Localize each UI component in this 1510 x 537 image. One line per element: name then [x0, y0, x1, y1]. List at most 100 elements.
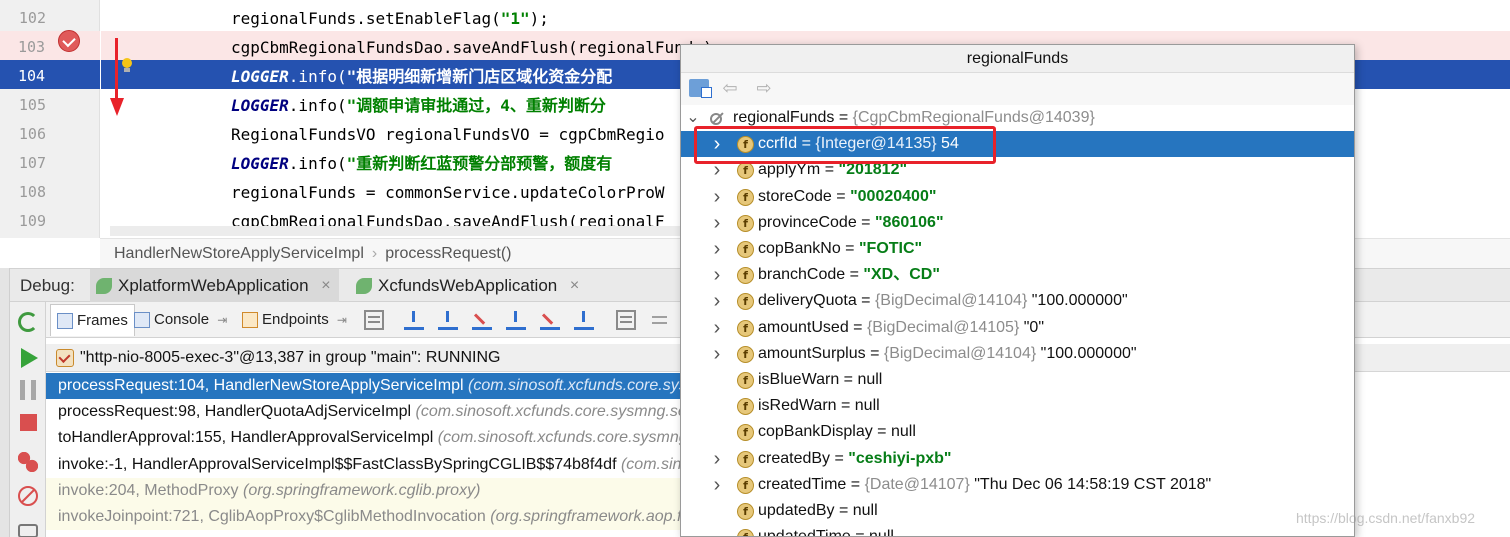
editor-horizontal-scrollbar[interactable]	[110, 226, 680, 236]
chevron-right-icon[interactable]: ›	[709, 262, 725, 288]
breadcrumb-method[interactable]: processRequest()	[385, 245, 511, 262]
chevron-right-icon[interactable]: ›	[709, 315, 725, 341]
line-number: 104	[0, 60, 100, 89]
field-icon: f	[737, 319, 754, 337]
variable-row[interactable]: f copBankDisplay = null	[681, 419, 1354, 445]
variable-row[interactable]: f isRedWarn = null	[681, 393, 1354, 419]
line-number: 107	[18, 154, 46, 172]
stack-frame[interactable]: invoke:204, MethodProxy (org.springframe…	[46, 477, 682, 504]
session-tab-xcfunds[interactable]: XcfundsWebApplication ×	[350, 269, 587, 302]
variable-row[interactable]: › f amountUsed = {BigDecimal@14105} "0"	[681, 315, 1354, 341]
code-token: regionalFunds.setEnableFlag(	[231, 9, 501, 28]
breadcrumb-class[interactable]: HandlerNewStoreApplyServiceImpl	[114, 245, 364, 262]
variable-row[interactable]: f updatedBy = null	[681, 498, 1354, 524]
breadcrumb-separator: ›	[371, 245, 378, 262]
camera-icon[interactable]	[18, 524, 38, 537]
variable-row[interactable]: › f amountSurplus = {BigDecimal@14104} "10…	[681, 341, 1354, 367]
forward-arrow-icon[interactable]: ⇨	[755, 80, 773, 98]
tab-endpoints[interactable]: Endpoints ⇥	[236, 304, 353, 336]
stack-frame[interactable]: processRequest:104, HandlerNewStoreApply…	[46, 373, 682, 399]
resume-icon[interactable]	[21, 348, 38, 368]
tab-frames[interactable]: Frames	[50, 304, 135, 336]
code-line[interactable]: regionalFunds.setEnableFlag("1");	[101, 2, 1510, 31]
evaluate-expression-icon[interactable]	[616, 310, 636, 330]
chevron-right-icon[interactable]: ›	[709, 446, 725, 472]
stack-frame[interactable]: invokeJoinpoint:721, CglibAopProxy$Cglib…	[46, 504, 682, 530]
pause-icon[interactable]	[20, 380, 36, 400]
force-step-into-icon[interactable]	[472, 310, 492, 330]
variable-value: "100.000000"	[1040, 344, 1137, 362]
variable-row[interactable]: › f provinceCode = "860106"	[681, 210, 1354, 236]
chevron-right-icon[interactable]: ›	[709, 184, 725, 210]
field-icon: f	[737, 267, 754, 285]
variable-value: "XD、CD"	[863, 266, 940, 284]
field-icon: f	[737, 450, 754, 468]
line-number: 106	[18, 125, 46, 143]
inspect-popup[interactable]: regionalFunds ⇦ ⇨ ⌄ regionalFunds = {CgpC…	[680, 44, 1355, 537]
show-execution-point-icon[interactable]	[364, 310, 384, 330]
trace-icon[interactable]	[650, 310, 670, 330]
code-token: "重新判断红蓝预警分部预警，额度有	[346, 154, 613, 173]
variable-row[interactable]: › f createdTime = {Date@14107} "Thu Dec 06…	[681, 472, 1354, 498]
step-out-icon[interactable]	[506, 310, 526, 330]
left-tool-strip[interactable]	[0, 268, 10, 537]
session-tab-label: XplatformWebApplication	[118, 276, 309, 295]
session-tab-xplatform[interactable]: XplatformWebApplication ×	[90, 269, 339, 302]
run-to-cursor-icon[interactable]	[574, 310, 594, 330]
variable-row[interactable]: › f branchCode = "XD、CD"	[681, 262, 1354, 288]
close-icon[interactable]: ×	[321, 269, 330, 302]
variable-text: copBankDisplay = null	[758, 419, 916, 445]
chevron-right-icon[interactable]: ›	[709, 341, 725, 367]
tab-frames-label: Frames	[77, 312, 128, 329]
frame-package: (com.sinosoft.xcfunds.core.sysmng.servic…	[415, 403, 682, 421]
variable-value: null	[857, 371, 883, 388]
variable-text: isBlueWarn = null	[758, 367, 882, 393]
variable-value: "100.000000"	[1031, 292, 1128, 310]
variable-text: createdBy = "ceshiyi-pxb"	[758, 446, 951, 472]
add-to-watches-icon[interactable]	[689, 79, 712, 98]
pin-icon[interactable]: ⇥	[333, 313, 347, 327]
field-icon: f	[737, 214, 754, 232]
stack-frame[interactable]: invoke:-1, HandlerApprovalServiceImpl$$F…	[46, 452, 682, 478]
variable-row[interactable]: › f storeCode = "00020400"	[681, 184, 1354, 210]
chevron-right-icon[interactable]: ›	[709, 236, 725, 262]
stop-icon[interactable]	[20, 414, 37, 431]
drop-frame-icon[interactable]	[540, 310, 560, 330]
variable-name: storeCode	[758, 187, 832, 205]
field-icon: f	[737, 372, 754, 389]
close-icon[interactable]: ×	[570, 269, 579, 302]
stack-frame[interactable]: processRequest:98, HandlerQuotaAdjServic…	[46, 399, 682, 425]
spring-leaf-icon	[356, 278, 372, 294]
variable-row[interactable]: › f createdBy = "ceshiyi-pxb"	[681, 446, 1354, 472]
popup-title[interactable]: regionalFunds	[681, 45, 1354, 73]
debug-side-toolbar	[10, 302, 46, 537]
chevron-right-icon[interactable]: ›	[709, 210, 725, 236]
view-breakpoints-icon[interactable]	[18, 452, 38, 472]
endpoints-icon	[242, 312, 258, 328]
code-token: );	[529, 9, 549, 28]
variable-name: provinceCode	[758, 213, 857, 231]
variable-row[interactable]: f isBlueWarn = null	[681, 367, 1354, 393]
code-token: "调额申请审批通过，4、重新判断分	[346, 96, 606, 115]
debug-label: Debug:	[20, 276, 75, 295]
variable-row[interactable]: f updatedTime = null	[681, 524, 1354, 536]
breakpoint-icon[interactable]	[58, 30, 80, 52]
variable-text: amountUsed = {BigDecimal@14105} "0"	[758, 315, 1044, 341]
variable-row[interactable]: › f deliveryQuota = {BigDecimal@14104} "10…	[681, 288, 1354, 314]
field-icon: f	[737, 162, 754, 180]
frames-list[interactable]: processRequest:104, HandlerNewStoreApply…	[46, 373, 682, 537]
variable-row[interactable]: › f copBankNo = "FOTIC"	[681, 236, 1354, 262]
step-over-icon[interactable]	[404, 310, 424, 330]
mute-breakpoints-icon[interactable]	[18, 486, 38, 506]
chevron-right-icon[interactable]: ›	[709, 288, 725, 314]
chevron-right-icon[interactable]: ›	[709, 472, 725, 498]
back-arrow-icon[interactable]: ⇦	[721, 80, 739, 98]
code-token: LOGGER	[231, 96, 289, 115]
tab-console[interactable]: Console ⇥	[128, 304, 233, 336]
step-into-icon[interactable]	[438, 310, 458, 330]
pin-icon[interactable]: ⇥	[213, 313, 227, 327]
editor-gutter[interactable]: 102 103 104 105 106 107 108 109	[0, 0, 100, 238]
rerun-icon[interactable]	[18, 312, 38, 332]
variables-tree[interactable]: ⌄ regionalFunds = {CgpCbmRegionalFunds@14…	[681, 107, 1354, 536]
stack-frame[interactable]: toHandlerApproval:155, HandlerApprovalSe…	[46, 425, 682, 451]
